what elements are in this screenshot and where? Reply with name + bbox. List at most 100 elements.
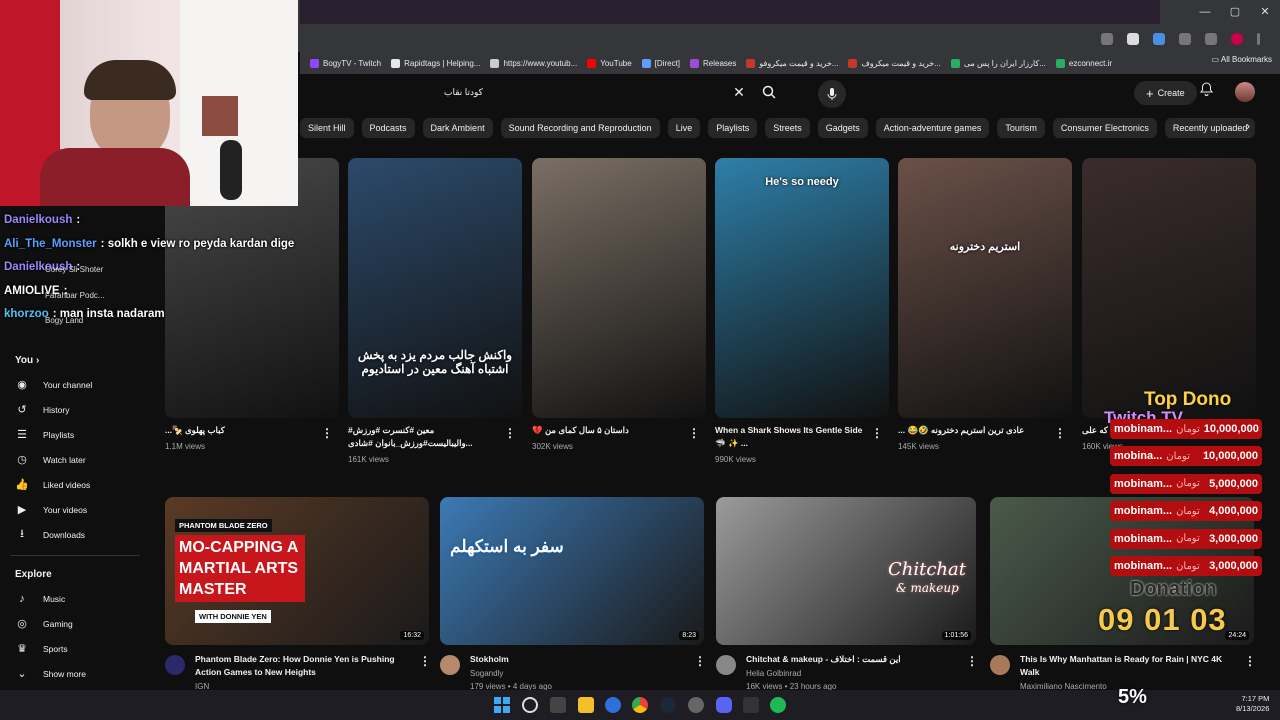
- bookmark-item[interactable]: YouTube: [587, 58, 632, 68]
- filter-chip[interactable]: Tourism: [997, 118, 1045, 138]
- sidebar-item[interactable]: 👍 Liked videos: [0, 472, 150, 497]
- short-title[interactable]: داستان ۵ سال کمای من 💔: [532, 424, 682, 437]
- all-bookmarks-link[interactable]: ▭ All Bookmarks: [1212, 55, 1272, 64]
- sidebar-item[interactable]: ⭳ Downloads: [0, 522, 150, 547]
- search-input[interactable]: کودتا نقاب: [436, 87, 728, 98]
- more-options-icon[interactable]: ⋮: [966, 654, 978, 668]
- mic-icon[interactable]: [818, 80, 846, 108]
- sidebar-item[interactable]: ◉ Your channel: [0, 372, 150, 397]
- extension-badge-icon[interactable]: [1153, 33, 1165, 45]
- short-thumbnail[interactable]: واکنش جالب مردم یزد به پخش اشتباه آهنگ م…: [348, 158, 522, 418]
- chevron-right-icon[interactable]: ›: [1246, 119, 1250, 133]
- chat-username[interactable]: Danielkoush: [4, 214, 72, 226]
- close-window-button[interactable]: ✕: [1250, 0, 1280, 24]
- minimize-button[interactable]: —: [1190, 0, 1220, 24]
- video-title[interactable]: Chitchat & makeup - این قسمت : اختلاف: [746, 653, 961, 666]
- channel-avatar[interactable]: [440, 655, 460, 675]
- sidebar-item[interactable]: ↺ History: [0, 397, 150, 422]
- bookmark-item[interactable]: کارزار ایران را پس می...: [950, 58, 1046, 68]
- bookmark-item[interactable]: Rapidtags | Helping...: [391, 58, 480, 68]
- taskbar-search-icon[interactable]: [522, 697, 538, 713]
- chat-username[interactable]: Ali_The_Monster: [4, 238, 97, 250]
- windows-start-icon[interactable]: [494, 697, 510, 713]
- system-clock[interactable]: 7:17 PM 8/13/2026: [1236, 694, 1269, 714]
- more-options-icon[interactable]: ⋮: [688, 426, 700, 440]
- video-title[interactable]: Phantom Blade Zero: How Donnie Yen is Pu…: [195, 653, 414, 679]
- filter-chip[interactable]: Consumer Electronics: [1052, 118, 1157, 138]
- short-thumbnail[interactable]: [532, 158, 706, 418]
- short-card[interactable]: داستان ۵ سال کمای من 💔 302K views ⋮: [532, 158, 706, 468]
- bookmark-item[interactable]: Releases: [690, 58, 736, 68]
- more-options-icon[interactable]: ⋮: [694, 654, 706, 668]
- channel-avatar[interactable]: [990, 655, 1010, 675]
- filter-chip[interactable]: Playlists: [708, 118, 758, 138]
- extensions-icon[interactable]: [1179, 33, 1191, 45]
- file-explorer-icon[interactable]: [578, 697, 594, 713]
- app-icon[interactable]: [605, 697, 621, 713]
- video-thumbnail[interactable]: سفر به استکهلم 8:23: [440, 497, 704, 645]
- channel-name[interactable]: Helia Golbinrad: [746, 667, 801, 680]
- clear-search-icon[interactable]: ✕: [728, 81, 750, 103]
- short-title[interactable]: عادی ترین استریم دخترونه 🤣😂 ...: [898, 424, 1048, 437]
- short-card[interactable]: واکنش جالب مردم یزد به پخش اشتباه آهنگ م…: [348, 158, 522, 468]
- sidebar-you-heading[interactable]: You ›: [0, 350, 150, 372]
- bookmark-item[interactable]: [Direct]: [641, 58, 680, 68]
- subscription-item[interactable]: Farahbar Podc...: [45, 291, 105, 300]
- browser-tab-strip[interactable]: [300, 0, 1160, 24]
- bookmark-item[interactable]: https://www.youtub...: [490, 58, 577, 68]
- video-thumbnail[interactable]: Chitchat & makeup 1:01:56: [716, 497, 976, 645]
- app-icon-2[interactable]: [688, 697, 704, 713]
- short-card[interactable]: استریم دخترونه عادی ترین استریم دخترونه 🤣…: [898, 158, 1072, 468]
- discord-icon[interactable]: [716, 697, 732, 713]
- search-box[interactable]: کودتا نقاب ✕: [436, 80, 780, 104]
- bookmark-item[interactable]: BogyTV - Twitch: [310, 58, 381, 68]
- more-options-icon[interactable]: ⋮: [321, 426, 333, 440]
- search-icon[interactable]: [758, 81, 780, 103]
- filter-chip[interactable]: Streets: [765, 118, 810, 138]
- short-thumbnail[interactable]: He's so needy: [715, 158, 889, 418]
- video-card[interactable]: Chitchat & makeup 1:01:56 Chitchat & makeup…: [716, 497, 978, 691]
- more-options-icon[interactable]: ⋮: [419, 654, 431, 668]
- sidebar-item[interactable]: ⌄ Show more: [0, 661, 150, 686]
- short-title[interactable]: کباب پهلوی 🍢...: [165, 424, 315, 437]
- sidebar-item[interactable]: ◷ Watch later: [0, 447, 150, 472]
- video-card[interactable]: سفر به استکهلم 8:23 Stokholm Sogandly 179 vi…: [440, 497, 706, 691]
- more-options-icon[interactable]: ⋮: [1054, 426, 1066, 440]
- short-thumbnail[interactable]: [1082, 158, 1256, 418]
- star-icon[interactable]: [1127, 33, 1139, 45]
- sidebar-item[interactable]: ♛ Sports: [0, 636, 150, 661]
- video-card[interactable]: PHANTOM BLADE ZERO MO-CAPPING A MARTIAL A…: [165, 497, 431, 691]
- sidebar-item[interactable]: ☰ Playlists: [0, 422, 150, 447]
- video-title[interactable]: This Is Why Manhattan is Ready for Rain …: [1020, 653, 1239, 679]
- filter-chip[interactable]: Recently uploaded: [1164, 118, 1255, 138]
- filter-chip[interactable]: Sound Recording and Reproduction: [500, 118, 660, 138]
- filter-chip[interactable]: Gadgets: [817, 118, 868, 138]
- install-icon[interactable]: [1101, 33, 1113, 45]
- chrome-icon[interactable]: [632, 697, 648, 713]
- channel-avatar[interactable]: [165, 655, 185, 675]
- chat-username[interactable]: khorzoo: [4, 308, 49, 320]
- bookmark-item[interactable]: ezconnect.ir: [1055, 58, 1112, 68]
- spotify-icon[interactable]: [770, 697, 786, 713]
- channel-avatar[interactable]: [716, 655, 736, 675]
- sidebar-item[interactable]: ▶ Your videos: [0, 497, 150, 522]
- subscription-item[interactable]: Corey Sli Shoter: [45, 265, 103, 274]
- subscription-item[interactable]: Bogy Land: [45, 316, 83, 325]
- short-title[interactable]: معین #کنسرت #ورزش# ...والیبالیست#ورزش_با…: [348, 424, 498, 452]
- menu-icon[interactable]: [1257, 33, 1260, 45]
- filter-chip[interactable]: Podcasts: [361, 118, 415, 138]
- create-button[interactable]: + Create: [1134, 81, 1197, 105]
- media-icon[interactable]: [1205, 33, 1217, 45]
- filter-chip[interactable]: Action-adventure games: [875, 118, 990, 138]
- short-title[interactable]: When a Shark Shows Its Gentle Side 🦈 ✨ .…: [715, 424, 865, 450]
- steam-icon[interactable]: [660, 697, 676, 713]
- more-options-icon[interactable]: ⋮: [1244, 654, 1256, 668]
- filter-chip[interactable]: Dark Ambient: [422, 118, 493, 138]
- short-thumbnail[interactable]: استریم دخترونه: [898, 158, 1072, 418]
- profile-icon[interactable]: [1231, 33, 1243, 45]
- maximize-button[interactable]: ▢: [1220, 0, 1250, 24]
- sidebar-item[interactable]: ◎ Gaming: [0, 611, 150, 636]
- bell-icon[interactable]: [1200, 82, 1213, 99]
- more-options-icon[interactable]: ⋮: [871, 426, 883, 440]
- filter-chip[interactable]: Silent Hill: [300, 118, 354, 138]
